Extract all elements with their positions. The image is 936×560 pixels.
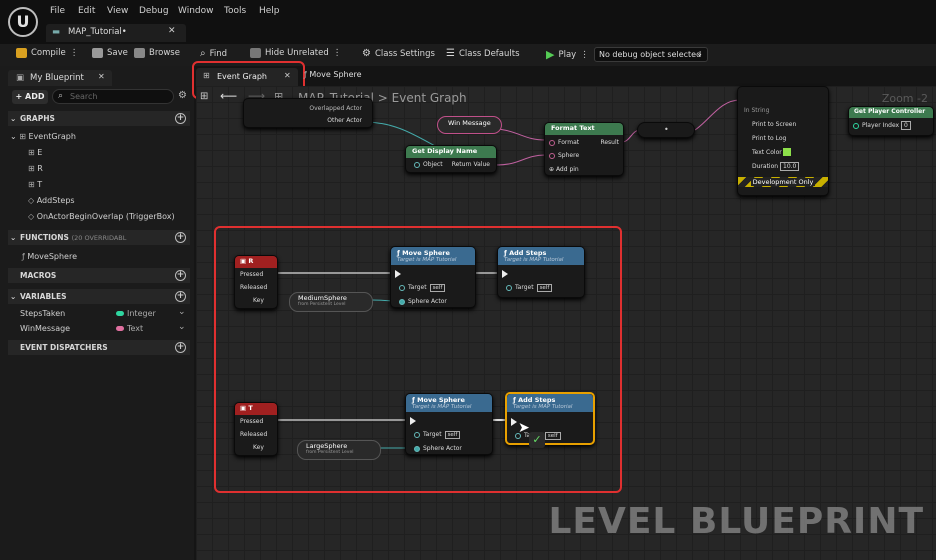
color-swatch[interactable] xyxy=(783,148,791,156)
highlight-annotation xyxy=(214,226,622,493)
dot-icon: • xyxy=(664,125,669,134)
pin-label: Player Index xyxy=(862,122,900,129)
pin-label: Other Actor xyxy=(327,117,362,124)
pin-label: Print to Log xyxy=(752,135,787,142)
node-format-text[interactable]: Format Text Format Result Sphere ⊕ Add p… xyxy=(544,122,624,176)
pin-label: Return Value xyxy=(451,161,490,168)
level-blueprint-watermark: LEVEL BLUEPRINT xyxy=(548,501,924,542)
dev-only-banner: Development Only xyxy=(738,177,828,187)
node-title: Format Text xyxy=(545,123,623,135)
pin-label: Print to Screen xyxy=(752,121,797,128)
variable-node-label: Win Message xyxy=(448,119,491,127)
wire xyxy=(694,99,741,131)
pin-label: Sphere xyxy=(558,152,580,159)
pin-label: In String xyxy=(744,107,770,114)
duration-input[interactable]: 10.0 xyxy=(780,162,800,171)
dev-only-label: Development Only xyxy=(750,178,816,186)
pin-label: Object xyxy=(423,161,443,168)
pin-label: Result xyxy=(600,139,619,146)
node-print-string[interactable]: In String Print to Screen Print to Log T… xyxy=(737,86,829,196)
wire xyxy=(496,154,546,166)
variable-node-winmessage[interactable]: Win Message xyxy=(437,116,502,134)
reroute-node[interactable]: • xyxy=(637,122,695,138)
pin-label: Format xyxy=(558,139,580,146)
add-pin-label: Add pin xyxy=(555,166,579,173)
add-pin-button[interactable]: ⊕ Add pin xyxy=(549,166,579,173)
pin-label: Overlapped Actor xyxy=(309,105,362,112)
node-get-display-name[interactable]: Get Display Name Object Return Value xyxy=(405,145,497,173)
event-node-overlap[interactable]: Overlapped Actor Other Actor xyxy=(243,98,373,128)
pin-label: Duration xyxy=(752,163,779,170)
player-index-input[interactable]: 0 xyxy=(901,121,911,130)
node-get-player-controller[interactable]: Get Player Controller Player Index 0 xyxy=(848,106,934,136)
node-title: Get Player Controller xyxy=(849,107,933,118)
pin-label: Text Color xyxy=(752,149,782,156)
node-title: Get Display Name xyxy=(406,146,496,158)
